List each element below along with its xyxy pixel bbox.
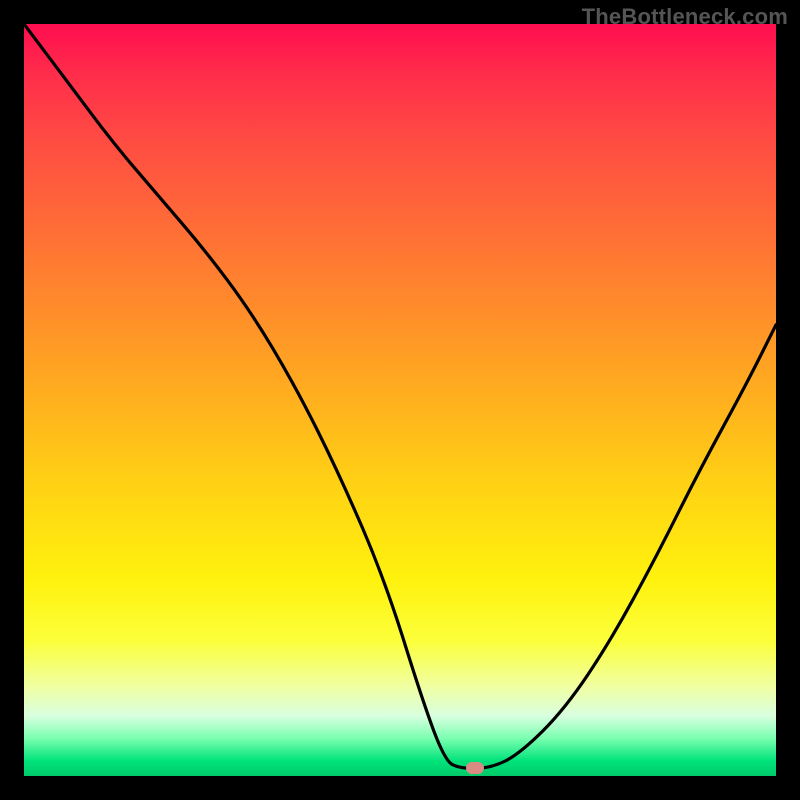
plot-area: [24, 24, 776, 776]
optimal-point-marker: [466, 762, 484, 774]
watermark-text: TheBottleneck.com: [582, 4, 788, 30]
curve-path: [24, 24, 776, 769]
bottleneck-curve: [24, 24, 776, 776]
chart-frame: TheBottleneck.com: [0, 0, 800, 800]
